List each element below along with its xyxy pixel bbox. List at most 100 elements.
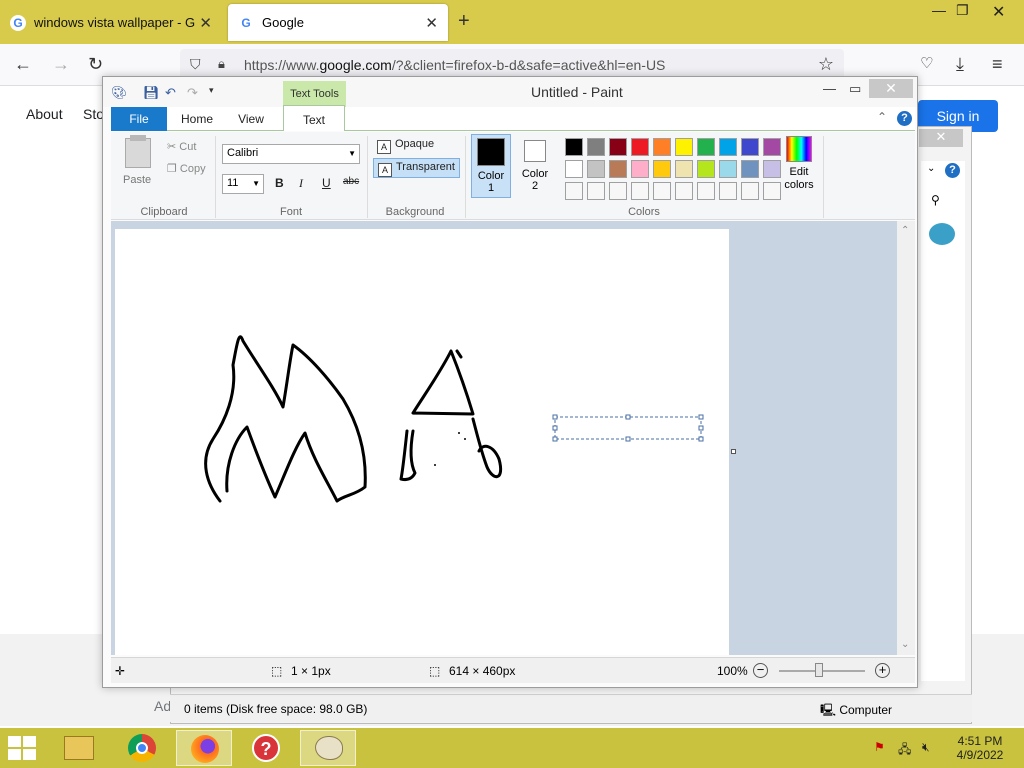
network-icon[interactable]: 🖧︎ [898, 740, 911, 761]
help-icon[interactable]: ? [897, 111, 912, 126]
pocket-icon[interactable]: ♡ [920, 54, 933, 72]
palette-swatch[interactable] [675, 182, 693, 200]
palette-swatch[interactable] [741, 182, 759, 200]
help-question-icon: ? [252, 734, 280, 762]
palette-swatch[interactable] [719, 182, 737, 200]
palette-swatch[interactable] [587, 160, 605, 178]
tab-view[interactable]: View [229, 107, 273, 131]
vertical-scrollbar[interactable]: ⌃ ⌄ [897, 221, 915, 655]
palette-swatch[interactable] [631, 138, 649, 156]
forward-arrow-icon[interactable]: → [52, 54, 70, 75]
drawing-canvas[interactable] [115, 229, 729, 655]
palette-swatch[interactable] [719, 138, 737, 156]
volume-muted-icon[interactable]: 🔇︎ [922, 740, 930, 755]
palette-swatch[interactable] [675, 160, 693, 178]
chevron-down-icon[interactable]: ⌄ [927, 163, 935, 174]
dropdown-arrow-icon: ▼ [348, 149, 356, 158]
paint-close-button[interactable]: ✕ [869, 79, 913, 98]
bookmark-star-icon[interactable]: ☆ [818, 54, 834, 75]
restore-icon[interactable]: ❐ [956, 2, 969, 19]
save-icon[interactable]: 💾︎ [143, 85, 160, 101]
start-windows-icon[interactable] [8, 736, 38, 760]
color1-selector[interactable]: Color 1 [471, 134, 511, 198]
palette-swatch[interactable] [719, 160, 737, 178]
font-family-dropdown[interactable]: Calibri ▼ [222, 144, 360, 164]
copy-button[interactable]: ❐ Copy [167, 162, 206, 175]
help-taskbar-button[interactable]: ? [238, 730, 294, 766]
scroll-down-arrow-icon[interactable]: ⌄ [901, 639, 909, 650]
edit-colors-button[interactable]: Edit colors [779, 136, 819, 192]
reload-icon[interactable]: ↻ [88, 54, 103, 75]
palette-swatch[interactable] [697, 160, 715, 178]
palette-swatch[interactable] [609, 138, 627, 156]
system-clock[interactable]: 4:51 PM 4/9/2022 [952, 734, 1008, 762]
palette-swatch[interactable] [587, 138, 605, 156]
transparent-option[interactable]: A Transparent [373, 158, 460, 178]
font-size-dropdown[interactable]: 11 ▼ [222, 174, 264, 194]
palette-swatch[interactable] [675, 138, 693, 156]
palette-swatch[interactable] [653, 138, 671, 156]
lock-icon[interactable]: 🔒︎ [218, 56, 225, 72]
tab-text[interactable]: Text [283, 105, 345, 131]
color2-selector[interactable]: Color 2 [515, 134, 555, 198]
close-tab-icon[interactable]: ✕ [199, 14, 212, 32]
palette-swatch[interactable] [565, 160, 583, 178]
underline-button[interactable]: U [322, 176, 331, 190]
cut-button[interactable]: ✂ Cut [167, 140, 196, 153]
undo-icon[interactable]: ↶ [165, 85, 176, 101]
downloads-icon[interactable]: ⤓ [956, 54, 964, 75]
paint-app-icon[interactable]: 🎨︎ [111, 85, 128, 101]
scroll-up-arrow-icon[interactable]: ⌃ [901, 225, 909, 236]
palette-swatch[interactable] [631, 160, 649, 178]
bold-button[interactable]: B [275, 176, 284, 190]
maximize-icon[interactable]: ▭ [849, 81, 861, 97]
palette-swatch[interactable] [653, 182, 671, 200]
opaque-option[interactable]: A Opaque [373, 136, 438, 156]
url-text[interactable]: https://www.google.com/?&client=firefox-… [244, 57, 665, 73]
firefox-taskbar-button[interactable] [176, 730, 232, 766]
file-explorer-taskbar-button[interactable] [52, 730, 108, 766]
browser-tab-vista-wallpaper[interactable]: G windows vista wallpaper - Google ✕ [0, 4, 222, 41]
new-tab-plus-icon[interactable]: + [458, 10, 470, 33]
italic-button[interactable]: I [299, 176, 303, 191]
palette-swatch[interactable] [565, 182, 583, 200]
browser-tab-google[interactable]: G Google ✕ [228, 4, 448, 41]
customize-toolbar-icon[interactable]: ▾ [209, 85, 214, 96]
canvas-resize-handle[interactable] [731, 449, 736, 454]
minimize-icon[interactable]: — [932, 2, 946, 18]
palette-swatch[interactable] [609, 182, 627, 200]
paint-taskbar-button[interactable] [300, 730, 356, 766]
palette-swatch[interactable] [609, 160, 627, 178]
about-link[interactable]: About [26, 106, 63, 122]
paste-clipboard-icon[interactable] [125, 135, 151, 168]
zoom-out-icon[interactable]: − [753, 663, 768, 678]
tab-home[interactable]: Home [173, 107, 221, 131]
zoom-in-icon[interactable]: + [875, 663, 890, 678]
palette-swatch[interactable] [653, 160, 671, 178]
palette-swatch[interactable] [631, 182, 649, 200]
close-window-icon[interactable]: ✕ [992, 2, 1005, 22]
palette-swatch[interactable] [697, 182, 715, 200]
close-tab-icon[interactable]: ✕ [425, 14, 438, 32]
palette-swatch[interactable] [741, 160, 759, 178]
palette-swatch[interactable] [565, 138, 583, 156]
chrome-taskbar-button[interactable] [114, 730, 170, 766]
redo-icon[interactable]: ↷ [187, 85, 198, 101]
tab-file[interactable]: File [111, 107, 167, 131]
menu-hamburger-icon[interactable]: ≡ [992, 54, 1003, 75]
palette-swatch[interactable] [697, 138, 715, 156]
strikethrough-button[interactable]: abc [343, 176, 359, 187]
store-link[interactable]: Sto [83, 106, 104, 122]
paste-button[interactable]: Paste [123, 174, 151, 186]
explorer-close-button[interactable]: ✕ [919, 129, 963, 147]
minimize-icon[interactable]: — [823, 81, 836, 96]
network-error-icon[interactable]: ⚑ [874, 740, 885, 754]
tracking-shield-icon[interactable]: ⛉ [190, 56, 201, 73]
search-icon[interactable]: ⚲ [931, 193, 940, 207]
palette-swatch[interactable] [741, 138, 759, 156]
palette-swatch[interactable] [587, 182, 605, 200]
collapse-ribbon-icon[interactable]: ⌃ [877, 110, 887, 124]
zoom-slider-thumb[interactable] [815, 663, 823, 677]
help-icon[interactable]: ? [945, 163, 960, 178]
back-arrow-icon[interactable]: ← [14, 54, 32, 75]
